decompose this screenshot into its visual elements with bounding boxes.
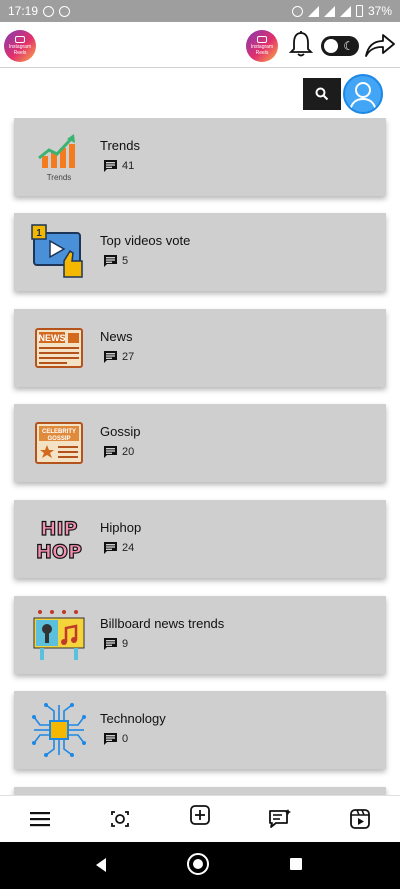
status-bar: 17:19 37% <box>0 0 400 22</box>
instagram-reels-logo-icon[interactable]: Instagram Reels <box>246 30 278 62</box>
comment-count-value: 27 <box>122 351 135 363</box>
dark-mode-toggle[interactable]: ☾ <box>321 36 359 56</box>
logo-text: Instagram Reels <box>8 44 32 56</box>
eye-icon <box>291 5 303 17</box>
chat-button[interactable] <box>267 806 293 832</box>
billboard-icon <box>33 610 85 660</box>
camera-button[interactable] <box>107 806 133 832</box>
category-card-partial[interactable] <box>14 787 386 795</box>
circuit-chip-icon <box>32 703 86 757</box>
chat-icon <box>269 809 291 828</box>
comment-count: 9 <box>104 638 128 650</box>
home-icon[interactable] <box>187 853 209 875</box>
comment-count: 0 <box>104 733 128 745</box>
gossip-thumbnail: CELEBRITY GOSSIP <box>30 414 88 472</box>
category-card-trends[interactable]: Trends Trends 41 <box>14 118 386 196</box>
comment-icon <box>104 446 117 458</box>
comment-count-value: 0 <box>122 733 129 745</box>
category-card-billboard-news-trends[interactable]: Billboard news trends 9 <box>14 596 386 674</box>
comment-count: 20 <box>104 446 134 458</box>
category-title: Top videos vote <box>100 233 191 248</box>
system-nav-bar <box>0 842 400 889</box>
hiphop-thumbnail: HIP HOP <box>30 510 88 568</box>
category-title: Billboard news trends <box>100 616 225 631</box>
hiphop-text-icon: HIP HOP <box>35 517 82 563</box>
battery-level: 37% <box>367 4 392 18</box>
category-title: Trends <box>100 138 140 153</box>
comment-count-value: 5 <box>122 255 129 267</box>
category-list: Trends Trends 41 1 Top videos vote 5 NEW… <box>0 118 400 795</box>
instagram-reels-logo[interactable]: Instagram Reels <box>4 30 36 62</box>
signal-icon-2 <box>339 5 351 17</box>
search-icon <box>315 87 329 101</box>
trends-thumbnail: Trends <box>30 128 88 186</box>
comment-count-value: 24 <box>122 542 135 554</box>
comment-icon <box>104 255 117 267</box>
comment-icon <box>104 160 117 172</box>
share-icon[interactable] <box>364 32 396 58</box>
app-bar: Instagram Reels Instagram Reels ☾ <box>0 22 400 68</box>
newspaper-icon: NEWS <box>35 328 83 368</box>
comment-icon <box>104 351 117 363</box>
toggle-knob <box>324 39 338 53</box>
comment-icon <box>104 638 117 650</box>
vote-rank-label: 1 <box>36 228 42 239</box>
news-thumbnail: NEWS <box>30 319 88 377</box>
signal-icon <box>323 5 335 17</box>
comment-icon <box>104 733 117 745</box>
category-card-gossip[interactable]: CELEBRITY GOSSIP Gossip 20 <box>14 404 386 482</box>
hiphop-thumb-label-1: HIP <box>41 518 78 540</box>
technology-thumbnail <box>30 701 88 759</box>
billboard-thumbnail <box>30 606 88 664</box>
category-title: News <box>100 329 133 344</box>
category-card-news[interactable]: NEWS News 27 <box>14 309 386 387</box>
gossip-magazine-icon: CELEBRITY GOSSIP <box>35 422 83 464</box>
category-title: Hiphop <box>100 520 142 535</box>
recent-apps-icon[interactable] <box>290 858 302 870</box>
video-vote-icon: 1 <box>31 224 83 278</box>
gossip-thumb-label-2: GOSSIP <box>47 436 70 442</box>
trends-chart-icon: Trends <box>38 134 75 182</box>
comment-count: 24 <box>104 542 134 554</box>
reels-icon <box>350 809 370 829</box>
category-card-top-videos-vote[interactable]: 1 Top videos vote 5 <box>14 213 386 291</box>
bottom-nav <box>0 795 400 842</box>
category-title: Gossip <box>100 424 141 439</box>
comment-count-value: 9 <box>122 638 129 650</box>
menu-icon <box>30 812 50 827</box>
add-post-icon <box>190 805 210 825</box>
notification-icon <box>59 5 71 17</box>
logo-text-small: Instagram Reels <box>250 44 274 56</box>
top-videos-thumbnail: 1 <box>30 223 88 281</box>
camera-icon <box>111 811 129 827</box>
add-post-button[interactable] <box>187 802 213 828</box>
status-time: 17:19 <box>8 4 39 18</box>
comment-icon <box>104 542 117 554</box>
news-thumb-label: NEWS <box>39 333 66 343</box>
battery-icon <box>355 5 363 17</box>
menu-button[interactable] <box>27 806 53 832</box>
wifi-icon <box>307 5 319 17</box>
user-icon <box>349 82 377 112</box>
facebook-notification-icon <box>43 5 55 17</box>
category-title: Technology <box>100 711 166 726</box>
hiphop-thumb-label-2: HOP <box>36 541 82 563</box>
moon-icon: ☾ <box>343 39 354 53</box>
reels-button[interactable] <box>347 806 373 832</box>
comment-count-value: 41 <box>122 160 135 172</box>
comment-count: 5 <box>104 255 128 267</box>
comment-count-value: 20 <box>122 446 135 458</box>
bell-icon[interactable] <box>288 30 314 58</box>
trends-thumb-label: Trends <box>47 173 72 182</box>
category-card-technology[interactable]: Technology 0 <box>14 691 386 769</box>
category-card-hiphop[interactable]: HIP HOP Hiphop 24 <box>14 500 386 578</box>
comment-count: 41 <box>104 160 134 172</box>
back-icon[interactable] <box>96 858 106 872</box>
avatar[interactable] <box>343 74 383 114</box>
gossip-thumb-label-1: CELEBRITY <box>42 429 76 435</box>
search-button[interactable] <box>303 78 341 110</box>
comment-count: 27 <box>104 351 134 363</box>
